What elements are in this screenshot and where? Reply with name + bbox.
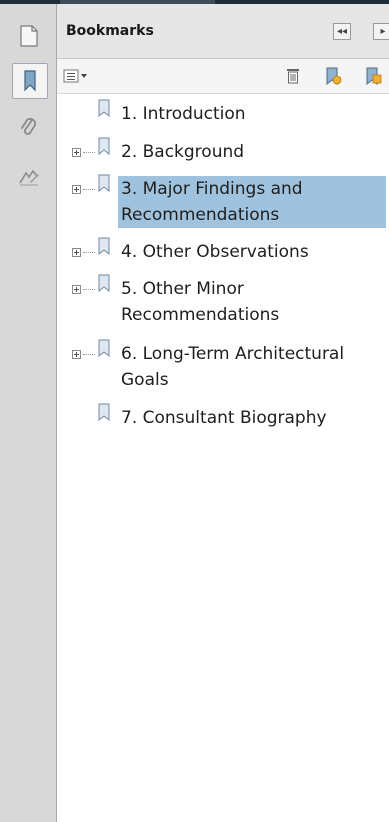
tree-connector xyxy=(83,252,95,253)
signatures-button[interactable] xyxy=(12,160,46,194)
bookmark-icon xyxy=(98,99,110,118)
bookmark-icon xyxy=(98,174,110,193)
bookmark-label[interactable]: 6. Long-Term Architectural Goals xyxy=(118,341,386,393)
collapse-panel-button[interactable]: ◂◂ xyxy=(333,23,351,40)
expand-bookmark-icon xyxy=(366,67,382,86)
bookmark-label[interactable]: 1. Introduction xyxy=(118,101,386,127)
bookmark-label[interactable]: 5. Other Minor Recommendations xyxy=(118,276,386,328)
bookmark-icon xyxy=(98,274,110,293)
expand-toggle[interactable] xyxy=(72,185,81,194)
bookmark-icon xyxy=(24,70,36,92)
navigation-rail xyxy=(0,4,57,822)
delete-icon xyxy=(287,69,299,84)
bookmark-icon xyxy=(98,339,110,358)
panel-title: Bookmarks xyxy=(66,23,154,39)
new-bookmark-button[interactable] xyxy=(323,66,343,86)
options-menu-button[interactable] xyxy=(63,66,89,86)
expand-toggle[interactable] xyxy=(72,248,81,257)
page-thumbnails-icon xyxy=(20,25,38,47)
attachments-button[interactable] xyxy=(12,111,46,145)
expand-toggle[interactable] xyxy=(72,148,81,157)
new-bookmark-icon xyxy=(326,67,342,86)
bookmark-label[interactable]: 2. Background xyxy=(118,139,386,165)
bookmark-icon xyxy=(98,403,110,422)
bookmark-label[interactable]: 7. Consultant Biography xyxy=(118,405,386,431)
next-panel-button[interactable]: ▸ xyxy=(373,23,389,40)
bookmark-icon xyxy=(98,137,110,156)
bookmarks-toolbar xyxy=(57,59,389,94)
tree-connector xyxy=(83,152,95,153)
page-thumbnails-button[interactable] xyxy=(12,19,46,53)
right-arrow-icon: ▸ xyxy=(380,26,386,37)
expand-toggle[interactable] xyxy=(72,285,81,294)
options-menu-icon xyxy=(63,69,87,83)
expand-toggle[interactable] xyxy=(72,350,81,359)
signature-icon xyxy=(19,169,39,186)
double-left-arrow-icon: ◂◂ xyxy=(336,26,348,37)
tree-connector xyxy=(83,354,95,355)
tree-connector xyxy=(83,289,95,290)
bookmark-label[interactable]: 4. Other Observations xyxy=(118,239,386,265)
bookmark-icon xyxy=(98,237,110,256)
bookmark-label[interactable]: 3. Major Findings and Recommendations xyxy=(118,176,386,228)
bookmarks-panel: Bookmarks ◂◂ ▸ 1. Introduction 2. Backgr… xyxy=(57,4,389,822)
panel-header: Bookmarks ◂◂ ▸ xyxy=(57,4,389,59)
paperclip-icon xyxy=(21,118,36,135)
expand-bookmark-button[interactable] xyxy=(363,66,383,86)
tree-connector xyxy=(83,189,95,190)
delete-bookmark-button[interactable] xyxy=(283,66,303,86)
bookmarks-panel-button[interactable] xyxy=(12,63,48,99)
